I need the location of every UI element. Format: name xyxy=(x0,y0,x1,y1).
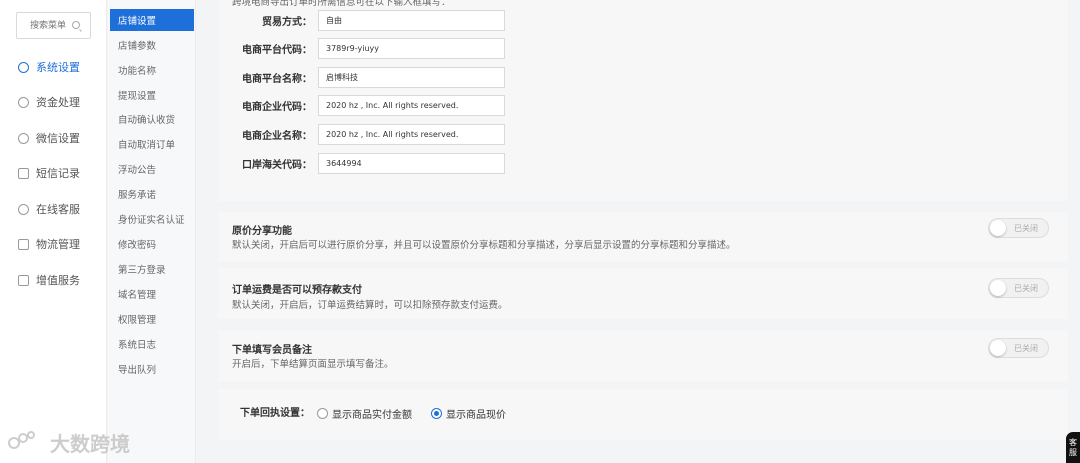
sidebar-item-value-added[interactable]: 增值服务 xyxy=(0,268,107,292)
feature-title: 原价分享功能 xyxy=(232,226,292,237)
feature-desc: 默认关闭，开启后，订单运费结算时，可以扣除预存款支付运费。 xyxy=(232,300,508,311)
submenu-item-float-notice[interactable]: 浮动公告 xyxy=(110,158,194,180)
truck-icon xyxy=(18,238,29,250)
sidebar-item-label: 短信记录 xyxy=(36,167,80,180)
customer-service-tab[interactable]: 客 服 xyxy=(1066,432,1080,463)
submenu-item-system-log[interactable]: 系统日志 xyxy=(110,333,194,355)
wechat-icon xyxy=(18,132,29,144)
menu-search-box[interactable] xyxy=(16,12,91,39)
search-icon xyxy=(72,21,80,29)
main-sidebar: 系统设置 资金处理 微信设置 短信记录 在线客服 物流管理 增值服务 xyxy=(0,0,107,463)
order-receipt-label: 下单回执设置： xyxy=(240,408,310,419)
submenu-item-feature-names[interactable]: 功能名称 xyxy=(110,59,194,81)
sidebar-item-label: 微信设置 xyxy=(36,132,80,145)
enterprise-code-input[interactable] xyxy=(318,94,505,116)
order-receipt-panel: 下单回执设置： 显示商品实付金额 显示商品现价 xyxy=(218,389,1068,440)
submenu-item-id-verify[interactable]: 身份证实名认证 xyxy=(110,208,194,230)
toggle-knob xyxy=(990,220,1006,236)
member-note-toggle[interactable]: 已关闭 xyxy=(988,338,1049,358)
watermark-text: 大数跨境 xyxy=(50,432,130,456)
toggle-knob xyxy=(990,340,1006,356)
customs-code-input[interactable] xyxy=(318,152,505,174)
watermark-logo-icon xyxy=(8,430,44,455)
toggle-label: 已关闭 xyxy=(1014,344,1038,353)
submenu-item-store-settings[interactable]: 店铺设置 xyxy=(110,9,194,31)
radio-label: 显示商品现价 xyxy=(446,410,506,421)
cross-border-hint: 跨境电商导出订单时所需信息可在以下输入框填写： xyxy=(232,0,451,8)
submenu-item-auto-confirm[interactable]: 自动确认收货 xyxy=(110,108,194,130)
trade-mode-input[interactable] xyxy=(318,9,505,31)
submenu-item-permissions[interactable]: 权限管理 xyxy=(110,308,194,330)
toggle-label: 已关闭 xyxy=(1014,224,1038,233)
enterprise-name-input[interactable] xyxy=(318,123,505,145)
customs-code-label: 口岸海关代码： xyxy=(242,159,312,171)
submenu-item-export-queue[interactable]: 导出队列 xyxy=(110,358,194,380)
shipping-prepaid-toggle[interactable]: 已关闭 xyxy=(988,278,1049,298)
feature-title: 下单填写会员备注 xyxy=(232,345,312,356)
platform-name-input[interactable] xyxy=(318,66,505,88)
sidebar-item-label: 物流管理 xyxy=(36,238,80,251)
sidebar-item-wechat[interactable]: 微信设置 xyxy=(0,126,107,150)
cross-border-panel: 跨境电商导出订单时所需信息可在以下输入框填写： 贸易方式： 电商平台代码： 电商… xyxy=(218,0,1068,201)
sidebar-item-funds[interactable]: 资金处理 xyxy=(0,90,107,114)
submenu-item-change-password[interactable]: 修改密码 xyxy=(110,233,194,255)
original-price-share-toggle[interactable]: 已关闭 xyxy=(988,218,1049,238)
sidebar-item-online-service[interactable]: 在线客服 xyxy=(0,197,107,221)
toggle-label: 已关闭 xyxy=(1014,284,1038,293)
settings-submenu: 店铺设置 店铺参数 功能名称 提现设置 自动确认收货 自动取消订单 浮动公告 服… xyxy=(108,0,196,463)
coin-icon xyxy=(18,96,29,108)
submenu-item-domain[interactable]: 域名管理 xyxy=(110,283,194,305)
sidebar-item-label: 在线客服 xyxy=(36,203,80,216)
feature-shipping-prepaid: 订单运费是否可以预存款支付 默认关闭，开启后，订单运费结算时，可以扣除预存款支付… xyxy=(218,268,1068,319)
receipt-option-current-price[interactable]: 显示商品现价 xyxy=(431,406,506,421)
trade-mode-label: 贸易方式： xyxy=(262,16,312,28)
enterprise-name-label: 电商企业名称： xyxy=(242,130,312,142)
receipt-option-paid-amount[interactable]: 显示商品实付金额 xyxy=(317,406,412,421)
cs-tab-line2: 服 xyxy=(1069,448,1077,457)
watermark: 大数跨境 xyxy=(8,428,130,457)
submenu-item-withdraw[interactable]: 提现设置 xyxy=(110,84,194,106)
sidebar-item-sms[interactable]: 短信记录 xyxy=(0,161,107,185)
sidebar-item-system-settings[interactable]: 系统设置 xyxy=(0,55,107,79)
mail-icon xyxy=(18,167,29,179)
submenu-item-auto-cancel[interactable]: 自动取消订单 xyxy=(110,133,194,155)
platform-code-label: 电商平台代码： xyxy=(242,44,312,56)
feature-member-note: 下单填写会员备注 开启后，下单结算页面显示填写备注。 已关闭 xyxy=(218,330,1068,382)
submenu-item-third-party-login[interactable]: 第三方登录 xyxy=(110,258,194,280)
radio-checked-icon xyxy=(431,408,442,419)
radio-unchecked-icon xyxy=(317,408,328,419)
platform-name-label: 电商平台名称： xyxy=(242,73,312,85)
sidebar-item-label: 增值服务 xyxy=(36,274,80,287)
cs-tab-line1: 客 xyxy=(1069,438,1077,447)
radio-label: 显示商品实付金额 xyxy=(332,410,412,421)
toggle-knob xyxy=(990,280,1006,296)
gear-icon xyxy=(18,61,29,73)
chart-icon xyxy=(18,274,29,286)
submenu-item-service-promise[interactable]: 服务承诺 xyxy=(110,183,194,205)
sidebar-item-label: 资金处理 xyxy=(36,96,80,109)
submenu-item-store-params[interactable]: 店铺参数 xyxy=(110,34,194,56)
sidebar-item-logistics[interactable]: 物流管理 xyxy=(0,232,107,256)
feature-desc: 默认关闭，开启后可以进行原价分享，并且可以设置原价分享标题和分享描述，分享后显示… xyxy=(232,240,736,251)
chat-icon xyxy=(18,203,29,215)
feature-original-price-share: 原价分享功能 默认关闭，开启后可以进行原价分享，并且可以设置原价分享标题和分享描… xyxy=(218,212,1068,262)
sidebar-item-label: 系统设置 xyxy=(36,61,80,74)
platform-code-input[interactable] xyxy=(318,37,505,59)
enterprise-code-label: 电商企业代码： xyxy=(242,101,312,113)
feature-title: 订单运费是否可以预存款支付 xyxy=(232,285,362,296)
feature-desc: 开启后，下单结算页面显示填写备注。 xyxy=(232,359,394,370)
